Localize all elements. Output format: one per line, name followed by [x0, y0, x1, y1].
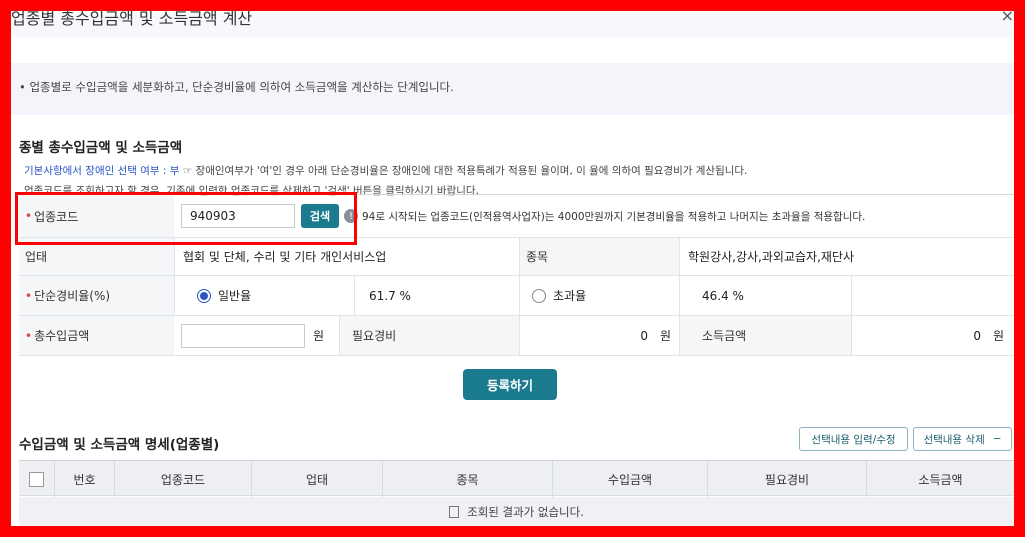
column-header: 업종코드 [115, 461, 252, 497]
column-header: 종목 [383, 461, 553, 497]
edit-selection-button[interactable]: 선택내용 입력/수정 [799, 427, 908, 451]
row-rate: • 단순경비율(%) 일반율 61.7 % 초과율 46.4 % [19, 276, 1014, 316]
select-all-cell [19, 461, 55, 497]
column-header: 필요경비 [708, 461, 867, 497]
revenue-unit: 원 [313, 329, 325, 343]
excess-rate-radio[interactable] [532, 288, 546, 303]
delete-selection-button[interactable]: 선택내용 삭제 − [913, 427, 1012, 451]
revenue-label: • 총수입금액 [19, 316, 174, 355]
code-highlight-box [15, 192, 357, 245]
income-label: 소득금액 [679, 316, 851, 355]
notice-box: • 업종별로 수입금액을 세분화하고, 단순경비율에 의하여 소득금액을 계산하… [11, 63, 1014, 115]
general-rate-option[interactable]: 일반율 [174, 276, 354, 315]
register-button[interactable]: 등록하기 [463, 369, 557, 400]
row-revenue: • 총수입금액 원 필요경비 0원 소득금액 0원 [19, 316, 1014, 356]
excess-rate-value: 46.4 % [679, 276, 851, 315]
screen-frame: 업종별 총수입금액 및 소득금액 계산 × • 업종별로 수입금액을 세분화하고… [0, 0, 1025, 537]
document-icon [449, 505, 460, 518]
minus-icon: − [992, 433, 1002, 445]
notice-text: • 업종별로 수입금액을 세분화하고, 단순경비율에 의하여 소득금액을 계산하… [19, 80, 454, 94]
column-header: 번호 [55, 461, 115, 497]
income-value: 0원 [851, 316, 1014, 355]
expense-value: 0원 [519, 316, 679, 355]
info-line-1: 기본사항에서 장애인 선택 여부 : 부 ☞ 장애인여부가 '여'인 경우 아래… [24, 163, 747, 178]
code-note: 94로 시작되는 업종코드(인적용역사업자)는 4000만원까지 기본경비율을 … [362, 210, 866, 223]
close-icon[interactable]: × [1001, 11, 1014, 25]
select-all-checkbox[interactable] [29, 471, 44, 487]
dialog: 업종별 총수입금액 및 소득금액 계산 × • 업종별로 수입금액을 세분화하고… [11, 11, 1014, 526]
rate-empty-cell [851, 276, 1014, 315]
general-rate-radio[interactable] [197, 288, 211, 303]
empty-result-row: 조회된 결과가 없습니다. [19, 497, 1014, 526]
rate-label: • 단순경비율(%) [19, 276, 174, 315]
disability-status-link[interactable]: 기본사항에서 장애인 선택 여부 : 부 [24, 165, 179, 177]
info-line-1-text: ☞ 장애인여부가 '여'인 경우 아래 단순경비율은 장애인에 대한 적용특례가… [179, 165, 748, 177]
excess-rate-option[interactable]: 초과율 [519, 276, 679, 315]
item-label: 종목 [519, 238, 679, 275]
expense-label: 필요경비 [339, 316, 519, 355]
column-header: 업태 [252, 461, 383, 497]
excess-rate-label: 초과율 [553, 289, 587, 303]
section-title: 종별 총수입금액 및 소득금액 [19, 140, 183, 156]
details-title: 수입금액 및 소득금액 명세(업종별) [19, 437, 220, 453]
details-table-header: 번호 업종코드 업태 종목 수입금액 필요경비 소득금액 [19, 460, 1014, 497]
item-value: 학원강사,강사,과외교습자,재단사 [679, 238, 1014, 275]
general-rate-value: 61.7 % [354, 276, 519, 315]
title-bar: 업종별 총수입금액 및 소득금액 계산 × [11, 11, 1014, 37]
column-header: 수입금액 [553, 461, 708, 497]
general-rate-label: 일반율 [218, 289, 252, 303]
dialog-title: 업종별 총수입금액 및 소득금액 계산 [11, 9, 253, 28]
empty-message: 조회된 결과가 없습니다. [467, 504, 584, 519]
column-header: 소득금액 [918, 472, 963, 487]
revenue-input[interactable] [181, 324, 305, 348]
